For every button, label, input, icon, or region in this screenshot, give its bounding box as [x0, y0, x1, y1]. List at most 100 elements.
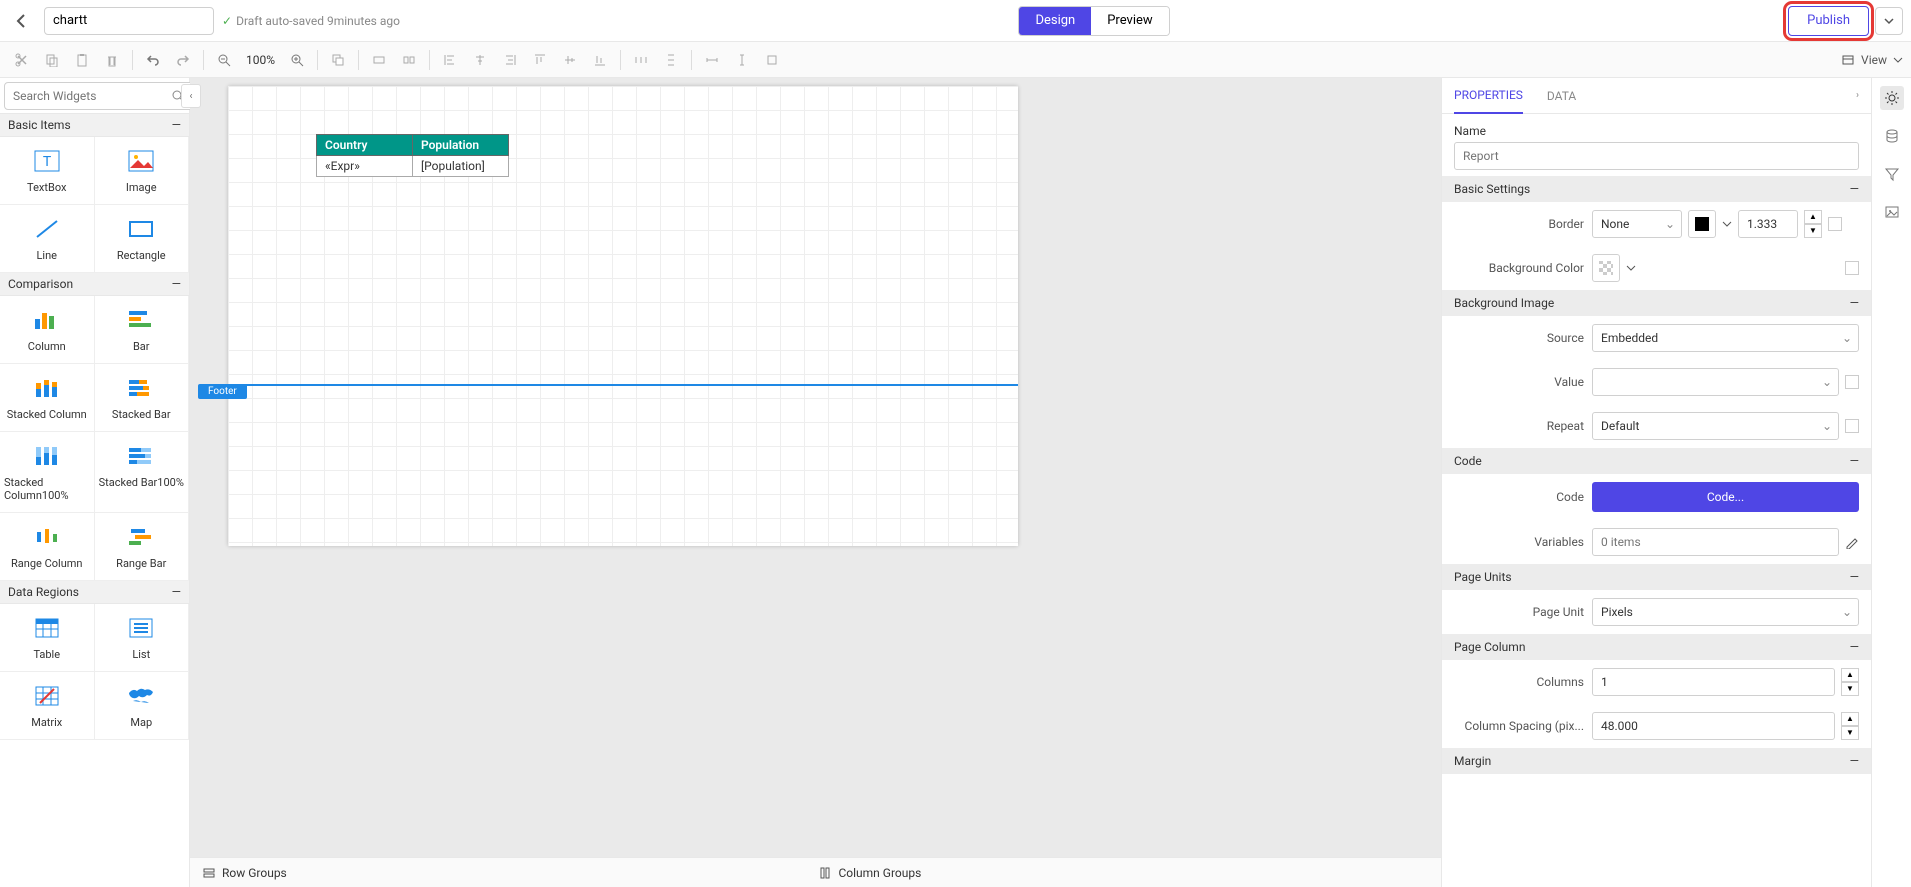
properties-panel: PROPERTIES DATA › Name Basic Settings— B…	[1441, 78, 1911, 887]
undo-icon[interactable]	[139, 46, 167, 74]
section-basic-settings[interactable]: Basic Settings—	[1442, 176, 1871, 202]
widget-map[interactable]: Map	[95, 672, 190, 740]
border-width-spinner[interactable]: ▲▼	[1804, 210, 1822, 238]
source-select[interactable]: Embedded	[1592, 324, 1859, 352]
expand-panel-icon[interactable]: ›	[1856, 90, 1859, 101]
widget-group-comparison[interactable]: Comparison—	[0, 273, 189, 296]
zoom-in-icon[interactable]	[283, 46, 311, 74]
section-page-column[interactable]: Page Column—	[1442, 634, 1871, 660]
pageunit-select[interactable]: Pixels	[1592, 598, 1859, 626]
columns-spinner[interactable]: ▲▼	[1841, 668, 1859, 696]
widget-image[interactable]: Image	[95, 137, 190, 205]
design-tab[interactable]: Design	[1019, 7, 1091, 35]
variables-input[interactable]	[1592, 528, 1839, 556]
widget-list[interactable]: List	[95, 604, 190, 672]
zoom-out-icon[interactable]	[210, 46, 238, 74]
edit-icon[interactable]	[1845, 535, 1859, 549]
back-button[interactable]	[8, 7, 36, 35]
chevron-down-icon[interactable]	[1626, 263, 1636, 273]
table-header-population[interactable]: Population	[413, 135, 509, 156]
send-back-icon[interactable]	[324, 46, 352, 74]
table-cell-expr[interactable]: «Expr»	[317, 156, 413, 177]
align-right-icon[interactable]	[496, 46, 524, 74]
widget-stacked-bar-100[interactable]: Stacked Bar100%	[95, 432, 190, 513]
section-code[interactable]: Code—	[1442, 448, 1871, 474]
repeat-advanced-toggle[interactable]	[1845, 419, 1859, 433]
view-label[interactable]: View	[1861, 53, 1887, 67]
distribute-h-icon[interactable]	[627, 46, 655, 74]
tab-properties[interactable]: PROPERTIES	[1454, 78, 1523, 114]
widget-stacked-column-100[interactable]: Stacked Column100%	[0, 432, 95, 513]
distribute-v-icon[interactable]	[657, 46, 685, 74]
widget-range-column[interactable]: Range Column	[0, 513, 95, 581]
chevron-down-icon[interactable]	[1722, 219, 1732, 229]
column-groups[interactable]: Column Groups	[806, 866, 933, 880]
cut-icon[interactable]	[8, 46, 36, 74]
columns-label: Columns	[1454, 675, 1584, 689]
report-table[interactable]: Country Population «Expr» [Population]	[316, 134, 509, 177]
align-middle-icon[interactable]	[556, 46, 584, 74]
row-groups[interactable]: Row Groups	[190, 866, 299, 880]
report-title-input[interactable]	[44, 7, 214, 35]
table-header-country[interactable]: Country	[317, 135, 413, 156]
section-page-units[interactable]: Page Units—	[1442, 564, 1871, 590]
footer-tag[interactable]: Footer	[198, 384, 247, 399]
colspacing-spinner[interactable]: ▲▼	[1841, 712, 1859, 740]
collapse-widgets-button[interactable]: ‹	[181, 84, 201, 108]
size-both-icon[interactable]	[758, 46, 786, 74]
footer-divider[interactable]	[228, 384, 1018, 386]
widget-bar[interactable]: Bar	[95, 296, 190, 364]
widget-line[interactable]: Line	[0, 205, 95, 273]
border-width-input[interactable]	[1738, 210, 1798, 238]
copy-icon[interactable]	[38, 46, 66, 74]
repeat-select[interactable]: Default	[1592, 412, 1839, 440]
code-button[interactable]: Code...	[1592, 482, 1859, 512]
border-style-select[interactable]: None	[1592, 210, 1682, 238]
tab-data[interactable]: DATA	[1547, 79, 1576, 113]
search-widgets-input[interactable]	[4, 82, 195, 110]
widget-stacked-column[interactable]: Stacked Column	[0, 364, 95, 432]
table-cell-population[interactable]: [Population]	[413, 156, 509, 177]
widget-group-data-regions[interactable]: Data Regions—	[0, 581, 189, 604]
split-icon[interactable]	[395, 46, 423, 74]
widget-table[interactable]: Table	[0, 604, 95, 672]
widget-stacked-bar[interactable]: Stacked Bar	[95, 364, 190, 432]
widget-matrix[interactable]: Matrix	[0, 672, 95, 740]
section-margin[interactable]: Margin—	[1442, 748, 1871, 774]
align-center-icon[interactable]	[466, 46, 494, 74]
section-background-image[interactable]: Background Image—	[1442, 290, 1871, 316]
colspacing-input[interactable]	[1592, 712, 1835, 740]
image-settings-icon[interactable]	[1880, 200, 1904, 224]
delete-icon[interactable]	[98, 46, 126, 74]
merge-icon[interactable]	[365, 46, 393, 74]
columns-input[interactable]	[1592, 668, 1835, 696]
bgcolor-swatch[interactable]	[1592, 254, 1620, 282]
widget-rectangle[interactable]: Rectangle	[95, 205, 190, 273]
publish-dropdown[interactable]	[1875, 7, 1903, 35]
border-advanced-toggle[interactable]	[1828, 217, 1842, 231]
align-left-icon[interactable]	[436, 46, 464, 74]
design-canvas[interactable]: Country Population «Expr» [Population] F…	[190, 78, 1441, 857]
paste-icon[interactable]	[68, 46, 96, 74]
value-select[interactable]	[1592, 368, 1839, 396]
redo-icon[interactable]	[169, 46, 197, 74]
align-top-icon[interactable]	[526, 46, 554, 74]
gear-icon[interactable]	[1880, 86, 1904, 110]
value-advanced-toggle[interactable]	[1845, 375, 1859, 389]
size-height-icon[interactable]	[728, 46, 756, 74]
preview-tab[interactable]: Preview	[1091, 7, 1168, 35]
database-icon[interactable]	[1880, 124, 1904, 148]
widget-range-bar[interactable]: Range Bar	[95, 513, 190, 581]
widget-group-basic[interactable]: Basic Items—	[0, 114, 189, 137]
bgcolor-advanced-toggle[interactable]	[1845, 261, 1859, 275]
size-width-icon[interactable]	[698, 46, 726, 74]
border-color-swatch[interactable]	[1688, 210, 1716, 238]
publish-button[interactable]: Publish	[1788, 6, 1869, 36]
chevron-down-icon[interactable]	[1893, 55, 1903, 65]
widget-column[interactable]: Column	[0, 296, 95, 364]
report-page[interactable]: Country Population «Expr» [Population] F…	[228, 86, 1018, 546]
align-bottom-icon[interactable]	[586, 46, 614, 74]
name-input[interactable]	[1454, 142, 1859, 170]
widget-textbox[interactable]: T TextBox	[0, 137, 95, 205]
filter-icon[interactable]	[1880, 162, 1904, 186]
